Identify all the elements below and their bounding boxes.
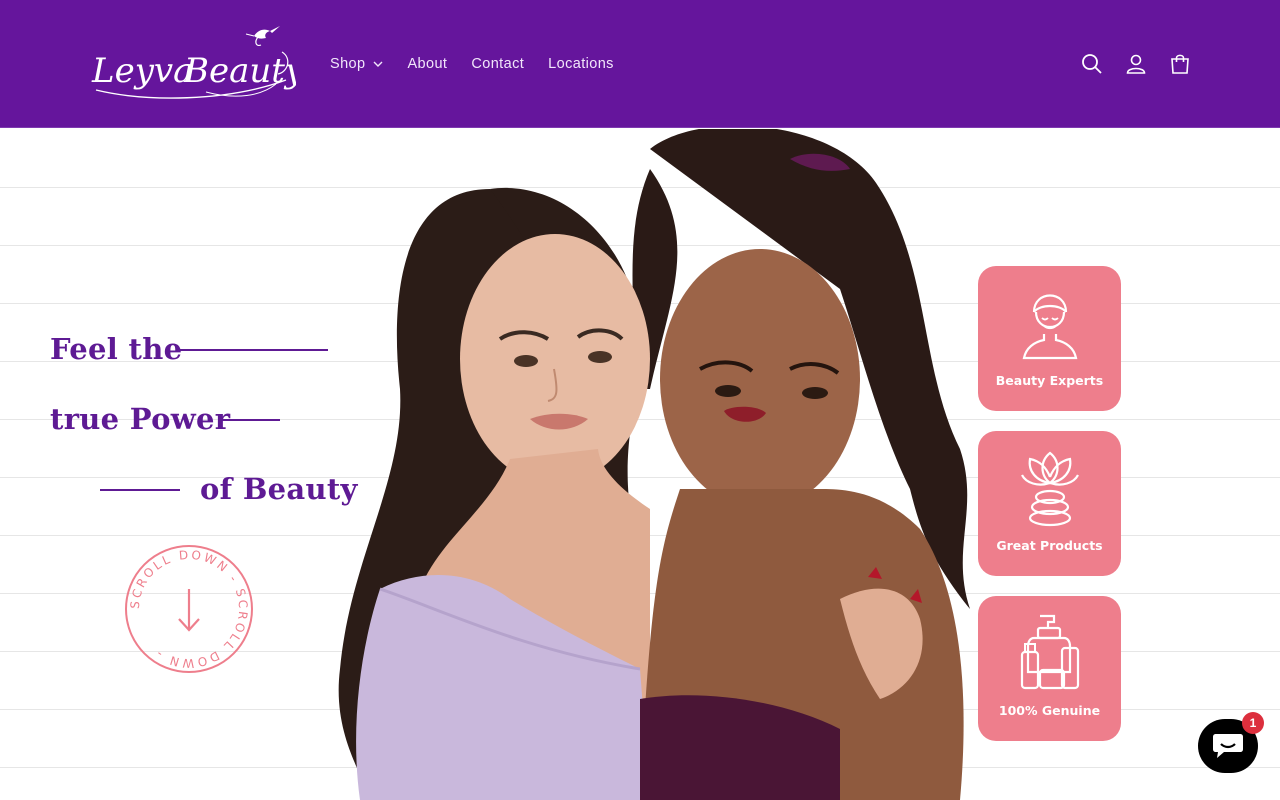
logo[interactable]: Leyva Beauty — [86, 22, 296, 108]
svg-text:Beauty: Beauty — [183, 51, 296, 91]
feature-card-genuine[interactable]: 100% Genuine — [978, 596, 1121, 741]
hero-section: Feel the true Power of Beauty SCROLL DOW… — [0, 129, 1280, 800]
headline-dash — [100, 489, 180, 491]
nav-locations-label: Locations — [548, 56, 614, 72]
feature-label: Beauty Experts — [995, 373, 1104, 388]
hero-headline-line1: Feel the — [50, 332, 183, 366]
nav-contact-label: Contact — [471, 56, 525, 72]
chat-notification-badge: 1 — [1242, 712, 1264, 734]
cosmetic-bottles-icon — [1014, 612, 1086, 692]
main-nav: Shop About Contact Locations — [330, 54, 638, 74]
feature-label: Great Products — [996, 538, 1103, 553]
nav-locations[interactable]: Locations — [548, 56, 614, 72]
feature-card-beauty-experts[interactable]: Beauty Experts — [978, 266, 1121, 411]
nav-contact[interactable]: Contact — [471, 56, 524, 72]
nav-shop[interactable]: Shop — [330, 56, 383, 72]
arrow-down-icon — [178, 589, 200, 632]
spa-lotus-icon — [1014, 447, 1086, 527]
headline-dash — [218, 419, 280, 421]
chat-bubble-icon — [1213, 734, 1243, 758]
nav-about[interactable]: About — [407, 56, 447, 72]
account-icon[interactable] — [1124, 52, 1148, 76]
search-icon[interactable] — [1080, 52, 1104, 76]
header-actions — [1080, 52, 1212, 76]
headline-dash — [176, 349, 328, 351]
hero-headline-line2: true Power — [50, 402, 231, 436]
beauty-expert-icon — [1014, 282, 1086, 362]
feature-label: 100% Genuine — [998, 703, 1101, 718]
hero-models-image — [320, 129, 980, 800]
svg-text:Leyva: Leyva — [91, 51, 193, 91]
nav-shop-label: Shop — [330, 56, 366, 72]
chevron-down-icon — [373, 59, 383, 69]
site-header: Leyva Beauty Shop About Contact Location… — [0, 0, 1280, 128]
scroll-down-badge[interactable]: SCROLL DOWN - SCROLL DOWN - — [124, 544, 254, 674]
cart-icon[interactable] — [1168, 52, 1192, 76]
feature-card-great-products[interactable]: Great Products — [978, 431, 1121, 576]
nav-about-label: About — [407, 56, 448, 72]
leyva-beauty-logo: Leyva Beauty — [91, 26, 296, 99]
